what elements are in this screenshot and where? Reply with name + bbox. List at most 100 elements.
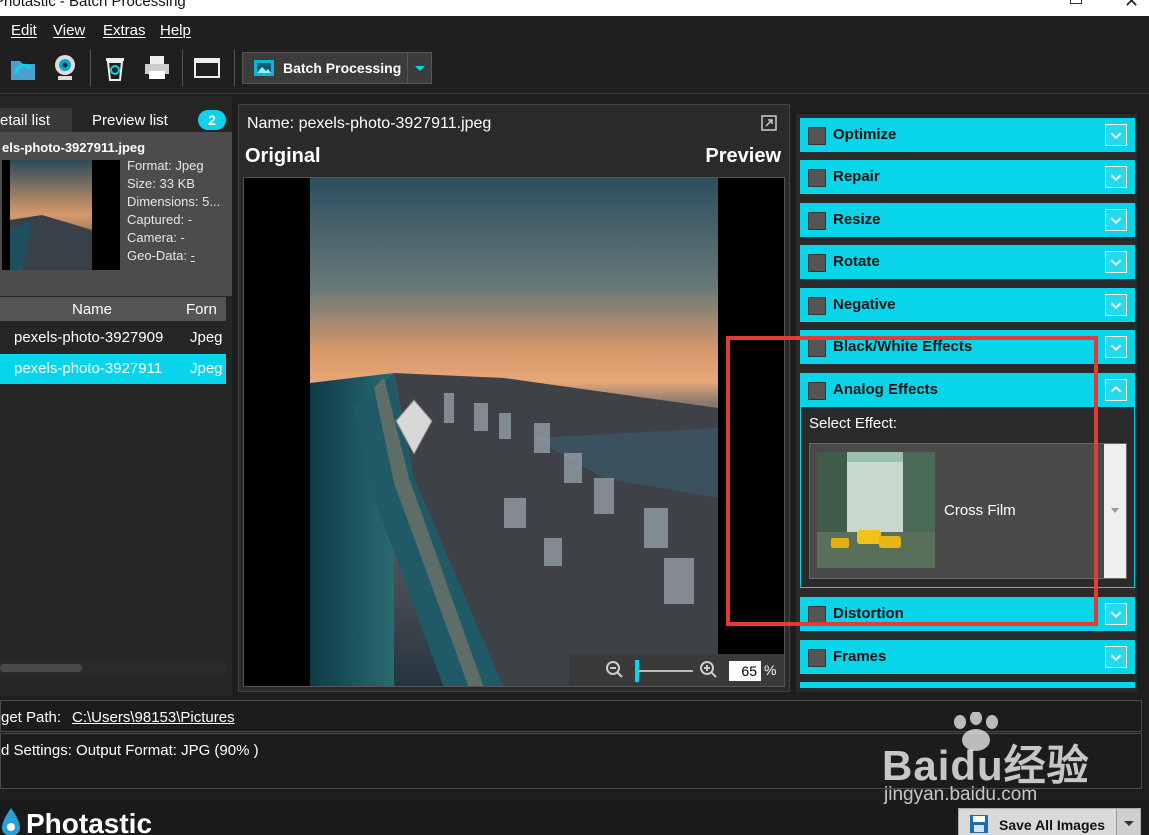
- selected-file-name: els-photo-3927911.jpeg: [2, 140, 146, 155]
- section-label: Resize: [833, 211, 881, 228]
- section-frames[interactable]: Frames: [800, 640, 1135, 674]
- zoom-unit: %: [764, 662, 777, 678]
- section-checkbox[interactable]: [808, 649, 826, 667]
- row-name: pexels-photo-3927911: [14, 360, 163, 377]
- batch-processing-label: Batch Processing: [283, 60, 402, 76]
- image-count-badge: 2: [198, 110, 226, 130]
- section-negative[interactable]: Negative: [800, 288, 1135, 322]
- printer-icon[interactable]: [142, 52, 172, 84]
- file-table-header: Name Forn: [0, 297, 226, 321]
- save-icon: [970, 815, 988, 833]
- photastic-logo-icon: [2, 808, 20, 835]
- open-folder-icon[interactable]: [8, 52, 38, 84]
- chevron-down-icon[interactable]: [1105, 251, 1127, 273]
- meta-format: Format: Jpeg: [127, 158, 204, 173]
- zoom-bar: 65 %: [569, 654, 784, 686]
- baidu-watermark: Baidu经验 jingyan.baidu.com: [882, 712, 1142, 812]
- section-checkbox[interactable]: [808, 254, 826, 272]
- chevron-down-icon[interactable]: [1105, 646, 1127, 668]
- webcam-icon[interactable]: [50, 52, 80, 84]
- section-rotate[interactable]: Rotate: [800, 245, 1135, 279]
- window-icon[interactable]: [192, 52, 222, 84]
- watermark-url: jingyan.baidu.com: [884, 784, 1038, 805]
- tab-preview-list[interactable]: Preview list: [92, 112, 168, 129]
- toolbar: Batch Processing: [0, 44, 1149, 94]
- row-format: Jpeg: [190, 329, 223, 346]
- chevron-down-icon[interactable]: [1105, 166, 1127, 188]
- menu-bar: Edit View Extras Help: [0, 16, 1149, 44]
- save-all-images-label: Save All Images: [999, 817, 1106, 833]
- scrollbar-thumb[interactable]: [0, 664, 82, 672]
- table-row-selected[interactable]: pexels-photo-3927911 Jpeg: [0, 354, 226, 384]
- window-title: Photastic - Batch Processing: [0, 0, 186, 10]
- target-path-link[interactable]: C:\Users\98153\Pictures: [72, 709, 235, 726]
- tab-detail-list[interactable]: etail list: [0, 108, 72, 132]
- toolbar-separator: [182, 50, 183, 86]
- horizontal-scrollbar[interactable]: [0, 660, 226, 674]
- zoom-input[interactable]: 65: [729, 661, 761, 681]
- preview-label: Preview: [705, 145, 781, 167]
- zoom-in-icon[interactable]: [699, 660, 719, 680]
- target-path-label: get Path:: [1, 709, 62, 726]
- chevron-down-icon: [1111, 508, 1119, 513]
- toolbar-separator: [90, 50, 91, 86]
- chevron-down-icon[interactable]: [1105, 124, 1127, 146]
- settings-text: d Settings: Output Format: JPG (90% ): [1, 742, 259, 759]
- meta-dimensions: Dimensions: 5...: [127, 194, 221, 209]
- zoom-slider-handle[interactable]: [635, 660, 639, 682]
- image-info-card: els-photo-3927911.jpeg Format: Jpeg Size…: [0, 132, 232, 296]
- batch-processing-button[interactable]: Batch Processing: [242, 52, 432, 84]
- row-format: Jpeg: [190, 360, 223, 377]
- chevron-down-icon[interactable]: [1105, 603, 1127, 625]
- chevron-down-icon[interactable]: [1105, 294, 1127, 316]
- section-label: Rotate: [833, 253, 880, 270]
- batch-processing-dropdown[interactable]: [407, 53, 431, 83]
- meta-camera: Camera: -: [127, 230, 185, 245]
- chevron-down-icon: [1124, 821, 1134, 826]
- meta-captured: Captured: -: [127, 212, 193, 227]
- menu-edit[interactable]: Edit: [11, 22, 37, 39]
- chevron-down-icon[interactable]: [1105, 209, 1127, 231]
- column-format[interactable]: Forn: [186, 301, 217, 318]
- row-name: pexels-photo-3927909: [14, 329, 164, 346]
- section-checkbox[interactable]: [808, 212, 826, 230]
- menu-help[interactable]: Help: [160, 22, 191, 39]
- meta-geo-link[interactable]: -: [191, 248, 195, 263]
- menu-view[interactable]: View: [53, 22, 85, 39]
- recycle-bin-icon[interactable]: [100, 52, 130, 84]
- section-checkbox[interactable]: [808, 127, 826, 145]
- chevron-down-icon: [415, 66, 425, 71]
- menu-extras[interactable]: Extras: [103, 22, 146, 39]
- section-checkbox[interactable]: [808, 297, 826, 315]
- effect-dropdown[interactable]: [1104, 444, 1126, 578]
- toolbar-separator: [234, 50, 235, 86]
- zoom-out-icon[interactable]: [605, 660, 625, 680]
- meta-size: Size: 33 KB: [127, 176, 195, 191]
- file-list-panel: etail list Preview list 2 els-photo-3927…: [0, 96, 232, 696]
- close-icon[interactable]: ✕: [1124, 0, 1139, 12]
- column-name[interactable]: Name: [72, 301, 112, 318]
- section-label: Frames: [833, 648, 887, 665]
- section-resize[interactable]: Resize: [800, 203, 1135, 237]
- section-label: Optimize: [833, 126, 897, 143]
- zoom-slider-track[interactable]: [635, 670, 693, 672]
- table-row[interactable]: pexels-photo-3927909 Jpeg: [0, 323, 226, 353]
- meta-geo: Geo-Data: -: [127, 248, 195, 263]
- chevron-up-icon[interactable]: [1105, 379, 1127, 401]
- save-all-images-button[interactable]: Save All Images: [958, 808, 1141, 835]
- app-logo: Photastic: [26, 808, 153, 835]
- meta-geo-label: Geo-Data:: [127, 248, 187, 263]
- batch-processing-icon: [254, 60, 274, 76]
- section-label: Repair: [833, 168, 880, 185]
- original-label: Original: [245, 145, 321, 167]
- selected-thumbnail: [2, 160, 120, 270]
- section-checkbox[interactable]: [808, 169, 826, 187]
- image-name-label: Name: pexels-photo-3927911.jpeg: [247, 115, 492, 132]
- image-canvas[interactable]: 65 %: [243, 177, 785, 687]
- section-repair[interactable]: Repair: [800, 160, 1135, 194]
- maximize-icon[interactable]: [1070, 0, 1082, 4]
- expand-icon[interactable]: [761, 115, 777, 131]
- save-dropdown[interactable]: [1116, 809, 1140, 835]
- chevron-down-icon[interactable]: [1105, 336, 1127, 358]
- section-optimize[interactable]: Optimize: [800, 118, 1135, 152]
